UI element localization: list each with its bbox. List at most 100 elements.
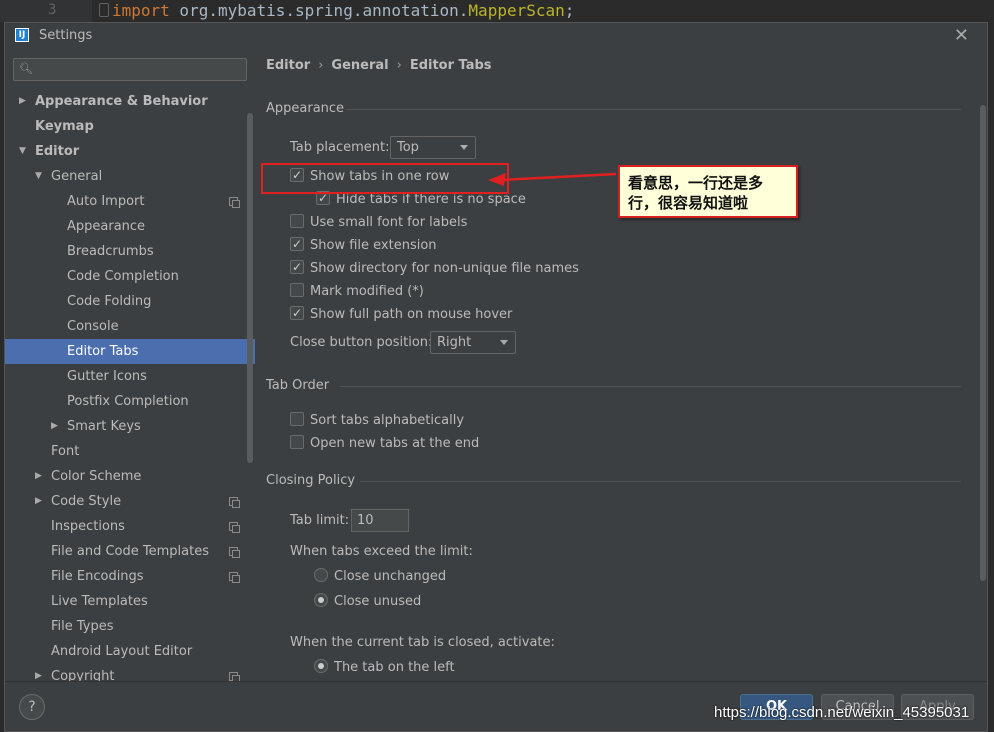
sidebar-item-code-folding[interactable]: Code Folding xyxy=(5,289,245,314)
file-extension-label: Show file extension xyxy=(310,238,437,253)
intellij-icon: IJ xyxy=(15,28,29,42)
sidebar-item-font[interactable]: Font xyxy=(5,439,245,464)
project-scope-icon xyxy=(229,497,240,508)
tab-limit-label: Tab limit: xyxy=(290,513,350,528)
exceed-limit-label: When tabs exceed the limit: xyxy=(290,544,473,559)
open-at-end-checkbox[interactable]: Open new tabs at the end xyxy=(290,434,479,454)
sidebar-item-code-completion[interactable]: Code Completion xyxy=(5,264,245,289)
small-font-checkbox[interactable]: Use small font for labels xyxy=(290,213,467,233)
chevron-right-icon[interactable]: ▶ xyxy=(35,464,42,489)
sidebar-item-general[interactable]: ▼ General xyxy=(5,164,245,189)
sidebar-item-gutter-icons[interactable]: Gutter Icons xyxy=(5,364,245,389)
sidebar-item-editor-tabs[interactable]: Editor Tabs xyxy=(5,339,255,364)
project-scope-icon xyxy=(229,197,240,208)
window-title: Settings xyxy=(39,28,93,43)
tab-placement-select[interactable]: Top xyxy=(390,136,476,159)
sidebar-item-appearance-behavior[interactable]: ▶ Appearance & Behavior xyxy=(5,89,245,114)
sidebar-item-label: Color Scheme xyxy=(51,469,142,484)
mark-modified-label: Mark modified (*) xyxy=(310,284,424,299)
sidebar-item-label: Console xyxy=(67,319,119,334)
breadcrumb-separator: › xyxy=(396,58,402,73)
code-class: MapperScan xyxy=(468,1,565,20)
sidebar-item-file-encodings[interactable]: File Encodings xyxy=(5,564,245,589)
full-path-checkbox[interactable]: Show full path on mouse hover xyxy=(290,303,512,325)
sidebar-item-live-templates[interactable]: Live Templates xyxy=(5,589,245,614)
annotation-callout: 看意思，一行还是多行，很容易知道啦 xyxy=(618,165,798,218)
directory-label: Show directory for non-unique file names xyxy=(310,261,579,276)
radio-icon xyxy=(314,659,328,673)
sort-alphabetically-label: Sort tabs alphabetically xyxy=(310,413,465,428)
chevron-down-icon xyxy=(460,145,468,150)
sidebar-item-inspections[interactable]: Inspections xyxy=(5,514,245,539)
close-button-position-label: Close button position: xyxy=(290,335,433,350)
file-extension-checkbox[interactable]: Show file extension xyxy=(290,234,437,256)
sidebar-item-console[interactable]: Console xyxy=(5,314,245,339)
sidebar-item-label: Breadcrumbs xyxy=(67,244,154,259)
small-font-label: Use small font for labels xyxy=(310,215,468,230)
sidebar-scrollbar[interactable] xyxy=(247,113,253,463)
section-divider xyxy=(346,109,961,110)
editor-right-edge xyxy=(988,22,994,732)
checkbox-icon xyxy=(290,435,304,449)
chevron-down-icon xyxy=(500,340,508,345)
code-line: import org.mybatis.spring.annotation.Map… xyxy=(112,1,574,20)
sidebar-item-label: Appearance & Behavior xyxy=(35,94,208,109)
sidebar-item-editor[interactable]: ▼ Editor xyxy=(5,139,245,164)
sidebar-item-keymap[interactable]: Keymap xyxy=(5,114,245,139)
breadcrumb: Editor › General › Editor Tabs xyxy=(266,58,492,73)
code-package: org.mybatis.spring.annotation. xyxy=(169,1,469,20)
hide-tabs-label: Hide tabs if there is no space xyxy=(336,192,526,207)
sidebar-item-postfix-completion[interactable]: Postfix Completion xyxy=(5,389,245,414)
close-unused-radio[interactable]: Close unused xyxy=(314,592,421,612)
sidebar-item-label: Code Completion xyxy=(67,269,179,284)
sidebar-item-label: Android Layout Editor xyxy=(51,644,193,659)
section-divider xyxy=(360,481,961,482)
chevron-right-icon[interactable]: ▶ xyxy=(35,489,42,514)
tab-limit-input[interactable]: 10 xyxy=(351,509,409,532)
activate-label: When the current tab is closed, activate… xyxy=(290,635,555,650)
sidebar-item-label: File and Code Templates xyxy=(51,544,209,559)
chevron-right-icon[interactable]: ▶ xyxy=(51,414,58,439)
breadcrumb-editor: Editor xyxy=(266,58,311,73)
panel-scrollbar[interactable] xyxy=(980,105,986,581)
sidebar-item-appearance[interactable]: Appearance xyxy=(5,214,245,239)
sidebar-item-label: Gutter Icons xyxy=(67,369,147,384)
close-unchanged-radio[interactable]: Close unchanged xyxy=(314,567,446,587)
sidebar-item-label: Auto Import xyxy=(67,194,145,209)
sidebar-item-label: File Encodings xyxy=(51,569,144,584)
breadcrumb-separator: › xyxy=(318,58,324,73)
open-at-end-label: Open new tabs at the end xyxy=(310,436,480,451)
sidebar-item-breadcrumbs[interactable]: Breadcrumbs xyxy=(5,239,245,264)
search-input[interactable]: 🔍︎ xyxy=(13,58,247,81)
help-button[interactable]: ? xyxy=(19,694,45,720)
annotation-arrow-icon xyxy=(488,172,617,186)
sidebar-item-label: Live Templates xyxy=(51,594,148,609)
chevron-down-icon[interactable]: ▼ xyxy=(19,139,26,164)
search-icon: 🔍︎ xyxy=(19,62,33,75)
checkbox-icon xyxy=(290,303,304,323)
sidebar-item-auto-import[interactable]: Auto Import xyxy=(5,189,245,214)
tab-on-left-radio[interactable]: The tab on the left xyxy=(314,658,455,678)
mark-modified-checkbox[interactable]: Mark modified (*) xyxy=(290,282,424,302)
sidebar-item-label: Editor xyxy=(35,144,80,159)
directory-checkbox[interactable]: Show directory for non-unique file names xyxy=(290,257,579,279)
code-keyword: import xyxy=(112,1,170,20)
chevron-down-icon[interactable]: ▼ xyxy=(35,164,42,189)
breadcrumb-editor-tabs: Editor Tabs xyxy=(409,58,492,73)
sidebar-item-file-and-code-templates[interactable]: File and Code Templates xyxy=(5,539,245,564)
sidebar-item-code-style[interactable]: ▶ Code Style xyxy=(5,489,245,514)
chevron-right-icon[interactable]: ▶ xyxy=(19,89,26,114)
section-closing-policy-title: Closing Policy xyxy=(266,473,356,488)
section-divider xyxy=(340,386,961,387)
sidebar-item-android-layout-editor[interactable]: Android Layout Editor xyxy=(5,639,245,664)
close-icon[interactable]: ✕ xyxy=(954,25,969,46)
sort-alphabetically-checkbox[interactable]: Sort tabs alphabetically xyxy=(290,411,464,431)
sidebar-item-smart-keys[interactable]: ▶ Smart Keys xyxy=(5,414,245,439)
sidebar-item-file-types[interactable]: File Types xyxy=(5,614,245,639)
section-tab-order-title: Tab Order xyxy=(266,378,330,393)
tab-limit-value: 10 xyxy=(357,513,374,528)
sidebar-item-color-scheme[interactable]: ▶ Color Scheme xyxy=(5,464,245,489)
sidebar-item-label: Code Folding xyxy=(67,294,152,309)
fold-marker-icon xyxy=(99,3,109,17)
close-button-position-select[interactable]: Right xyxy=(430,331,516,354)
